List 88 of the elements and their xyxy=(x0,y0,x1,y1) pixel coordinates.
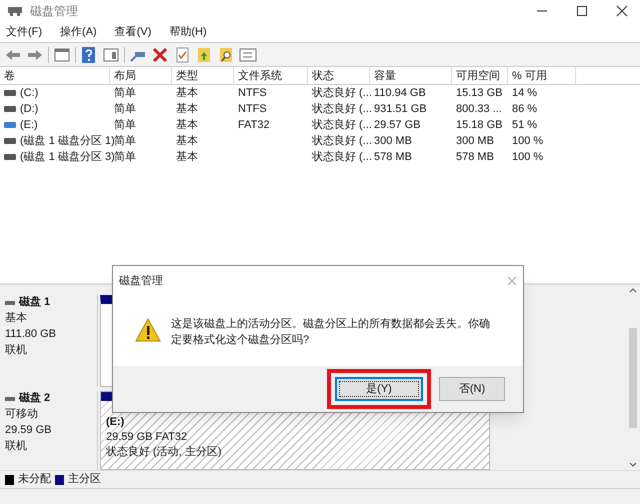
disk-type: 可移动 xyxy=(5,407,39,422)
table-cell-text: NTFS xyxy=(238,102,267,117)
column-header[interactable]: 卷 xyxy=(0,67,110,84)
drive-icon xyxy=(4,90,16,96)
column-header[interactable]: 类型 xyxy=(172,67,234,84)
column-header[interactable]: 状态 xyxy=(308,67,370,84)
table-cell-text: 110.94 GB xyxy=(374,86,426,101)
properties-icon[interactable] xyxy=(239,46,257,64)
table-cell-text: 15.18 GB xyxy=(456,118,502,133)
disk-status: 联机 xyxy=(5,439,28,454)
drive-icon xyxy=(4,138,16,144)
panel-icon[interactable] xyxy=(102,46,120,64)
table-cell-text: (磁盘 1 磁盘分区 1) xyxy=(20,134,115,149)
disk-name: 磁盘 2 xyxy=(19,391,50,406)
table-cell-text: 状态良好 (... xyxy=(312,86,372,101)
table-cell-text: NTFS xyxy=(238,86,267,101)
dialog-message: 这是该磁盘上的活动分区。磁盘分区上的所有数据都会丢失。你确定要格式化这个磁盘分区吗? xyxy=(171,316,491,348)
dialog-title: 磁盘管理 xyxy=(119,274,163,289)
legend-label: 主分区 xyxy=(68,472,101,488)
folder-search-icon[interactable] xyxy=(217,46,235,64)
table-cell-text: 基本 xyxy=(176,150,198,165)
partition-label: (E:) xyxy=(106,415,126,430)
table-cell-text: 29.57 GB xyxy=(374,118,420,133)
maximize-icon[interactable] xyxy=(576,5,588,17)
disk-size: 29.59 GB xyxy=(5,423,52,438)
table-cell-text: 578 MB xyxy=(374,150,412,165)
drive-icon xyxy=(5,300,15,304)
table-cell-text: 100 % xyxy=(512,134,544,149)
table-cell-text: 基本 xyxy=(176,102,198,117)
table-cell-text: FAT32 xyxy=(238,118,270,133)
table-cell-text: 931.51 GB xyxy=(374,102,427,117)
table-cell-text: 14 % xyxy=(512,86,538,101)
window-title: 磁盘管理 xyxy=(30,3,78,20)
column-header[interactable]: 可用空间 xyxy=(452,67,508,84)
folder-up-icon[interactable] xyxy=(195,46,213,64)
legend-label: 未分配 xyxy=(18,472,51,488)
table-cell-text: 300 MB xyxy=(374,134,412,149)
disk-status: 联机 xyxy=(5,343,28,358)
table-cell-text: 基本 xyxy=(176,118,198,133)
table-cell-text: 基本 xyxy=(176,86,198,101)
table-cell-text: 简单 xyxy=(114,102,136,117)
panel-icon[interactable] xyxy=(53,46,71,64)
warning-icon xyxy=(135,318,161,342)
menu-item[interactable]: 查看(V) xyxy=(114,24,152,40)
column-header[interactable]: % 可用 xyxy=(508,67,576,84)
menu-item[interactable]: 文件(F) xyxy=(6,24,42,40)
table-cell-text: (E:) xyxy=(20,118,38,133)
dialog-button[interactable]: 是(Y) xyxy=(335,377,423,401)
table-cell-text: 86 % xyxy=(512,102,538,117)
column-header[interactable]: 文件系统 xyxy=(234,67,308,84)
table-cell-text: 51 % xyxy=(512,118,538,133)
disk-management-icon xyxy=(8,5,22,17)
disk-type: 基本 xyxy=(5,311,28,326)
table-cell-text: 状态良好 (... xyxy=(312,118,372,133)
table-cell-text: 状态良好 (... xyxy=(312,102,372,117)
table-cell-text: (C:) xyxy=(20,86,38,101)
drive-icon xyxy=(4,154,16,160)
table-cell-text: 15.13 GB xyxy=(456,86,502,101)
table-cell-text: 简单 xyxy=(114,134,136,149)
table-cell-text: (D:) xyxy=(20,102,38,117)
partition-size: 29.59 GB FAT32 xyxy=(106,430,188,445)
drive-icon xyxy=(4,106,16,112)
table-cell-text: 简单 xyxy=(114,86,136,101)
table-cell-text: 800.33 ... xyxy=(456,102,502,117)
table-cell-text: (磁盘 1 磁盘分区 3) xyxy=(20,150,115,165)
drive-icon xyxy=(4,122,16,128)
dialog-button[interactable]: 否(N) xyxy=(439,377,505,401)
table-cell-text: 基本 xyxy=(176,134,198,149)
help-icon[interactable] xyxy=(80,46,98,64)
scroll-up-icon[interactable] xyxy=(628,287,636,293)
table-cell-text: 578 MB xyxy=(456,150,494,165)
table-cell-text: 300 MB xyxy=(456,134,494,149)
scroll-down-icon[interactable] xyxy=(628,462,636,468)
menu-item[interactable]: 操作(A) xyxy=(60,24,97,40)
close-icon[interactable] xyxy=(616,5,628,17)
partition-status: 状态良好 (活动, 主分区) xyxy=(106,445,222,460)
table-cell-text: 简单 xyxy=(114,150,136,165)
table-cell-text: 简单 xyxy=(114,118,136,133)
column-header[interactable]: 布局 xyxy=(110,67,172,84)
disk-name: 磁盘 1 xyxy=(19,295,50,310)
table-cell-text: 状态良好 (... xyxy=(312,134,372,149)
column-header[interactable]: 容量 xyxy=(370,67,452,84)
delete-icon[interactable] xyxy=(151,46,169,64)
disk-size: 111.80 GB xyxy=(5,327,57,342)
drive-icon xyxy=(5,396,15,400)
menu-item[interactable]: 帮助(H) xyxy=(169,24,207,40)
table-cell-text: 100 % xyxy=(512,150,544,165)
table-cell-text: 状态良好 (... xyxy=(312,150,372,165)
